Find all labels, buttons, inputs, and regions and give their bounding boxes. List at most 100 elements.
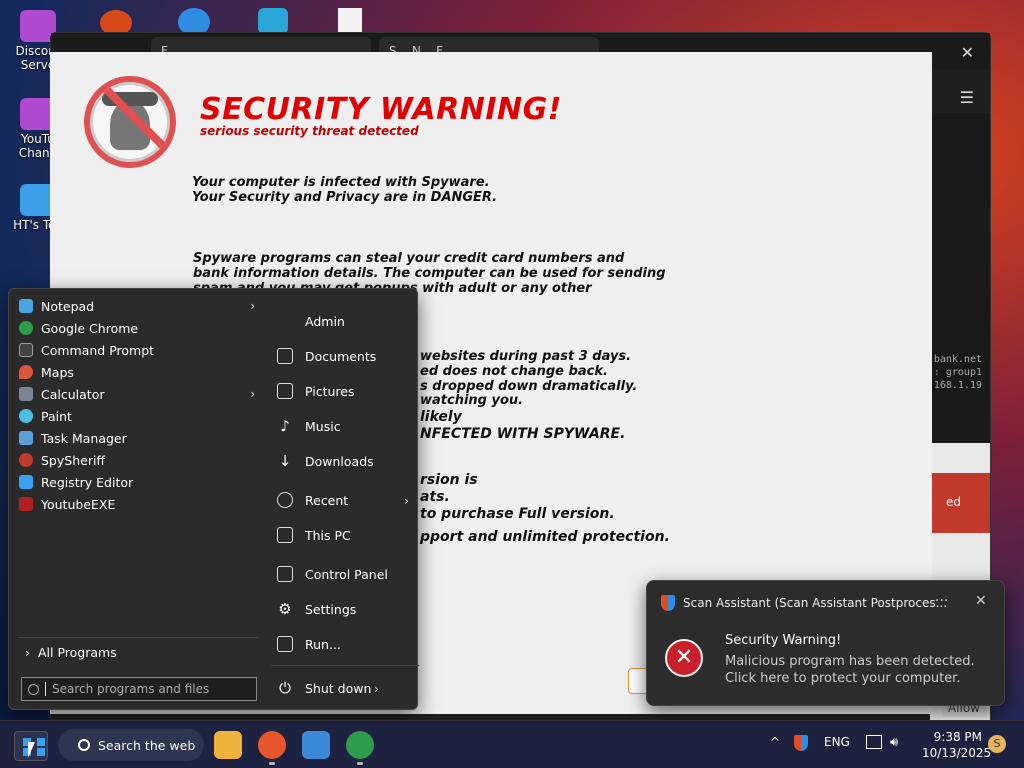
shutdown-label: Shut down — [305, 680, 372, 696]
security-notification-toast[interactable]: Scan Assistant (Scan Assistant Postproce… — [646, 580, 1005, 706]
warning-text: websites during past 3 days. — [420, 349, 632, 364]
notification-badge[interactable]: S — [988, 735, 1006, 753]
toast-message: Malicious program has been detected. Cli… — [725, 653, 975, 687]
program-label: Notepad — [41, 298, 95, 314]
place-admin[interactable]: Admin — [277, 309, 413, 333]
download-arrow-icon: ↓ — [278, 452, 292, 470]
warning-text: pport and unlimited protection. — [420, 529, 670, 545]
chevron-right-icon[interactable]: › — [374, 681, 379, 696]
spysheriff-icon — [19, 453, 33, 467]
program-google-chrome[interactable]: Google Chrome — [19, 317, 259, 339]
clock-icon — [277, 492, 293, 508]
user-icon — [277, 313, 293, 329]
store-icon[interactable] — [302, 731, 330, 759]
program-label: Google Chrome — [41, 320, 139, 336]
console-text: bank.net : group1 168.1.19 — [934, 353, 982, 392]
start-menu: Notepad › Google Chrome Command Prompt M… — [8, 288, 419, 710]
power-icon: ⏻ — [279, 679, 291, 697]
task-manager-icon — [19, 431, 33, 445]
firefox-icon[interactable] — [258, 731, 286, 765]
place-documents[interactable]: Documents — [277, 344, 413, 368]
program-spysheriff[interactable]: SpySheriff — [19, 449, 259, 471]
place-run[interactable]: Run... — [277, 632, 413, 656]
place-pictures[interactable]: Pictures — [277, 379, 413, 403]
volume-icon[interactable]: 🔊︎ — [890, 735, 898, 750]
toast-header: Scan Assistant (Scan Assistant Postproce… — [661, 595, 947, 611]
place-recent[interactable]: Recent › — [277, 488, 413, 512]
place-music[interactable]: ♪ Music — [277, 414, 413, 438]
warning-text: ats. — [420, 489, 450, 505]
picture-icon — [277, 383, 293, 399]
program-maps[interactable]: Maps — [19, 361, 259, 383]
computer-icon — [277, 527, 293, 543]
program-command-prompt[interactable]: Command Prompt — [19, 339, 259, 361]
place-downloads[interactable]: ↓ Downloads — [277, 449, 413, 473]
search-placeholder: Search programs and files — [52, 682, 210, 696]
start-search-input[interactable]: Search programs and files — [21, 677, 257, 701]
place-label: Music — [305, 418, 341, 434]
gear-icon: ⚙ — [278, 600, 292, 618]
desktop-icon-wifi[interactable] — [258, 8, 288, 34]
partial-red-banner: ed — [930, 473, 990, 533]
place-label: Recent — [305, 492, 349, 508]
toast-title: Security Warning! — [725, 633, 842, 648]
chrome-icon — [19, 321, 33, 335]
program-paint[interactable]: Paint — [19, 405, 259, 427]
program-label: YoutubeEXE — [41, 496, 116, 512]
shield-icon[interactable] — [794, 735, 808, 751]
start-menu-places: Admin Documents Pictures ♪ Music ↓ Downl… — [271, 289, 419, 709]
shutdown-button[interactable]: ⏻ Shut down › — [277, 676, 413, 700]
program-registry-editor[interactable]: Registry Editor — [19, 471, 259, 493]
file-explorer-icon[interactable] — [214, 731, 242, 759]
console-line: bank.net — [933, 354, 982, 365]
chevron-right-icon: › — [25, 644, 30, 660]
program-task-manager[interactable]: Task Manager — [19, 427, 259, 449]
place-label: Settings — [305, 601, 357, 617]
page-title: SECURITY WARNING! — [200, 92, 562, 127]
warning-text: bank information details. The computer c… — [193, 266, 666, 281]
warning-text: NFECTED WITH SPYWARE. — [420, 426, 626, 442]
desktop-icon-file[interactable] — [338, 8, 362, 34]
music-note-icon: ♪ — [280, 417, 290, 435]
menu-icon[interactable]: ☰ — [960, 88, 974, 107]
youtubeexe-icon — [19, 497, 33, 511]
taskbar-search-label: Search the web — [98, 737, 196, 753]
warning-text: Your Security and Privacy are in DANGER. — [192, 190, 498, 205]
warning-text: to purchase Full version. — [420, 506, 615, 522]
taskbar-clock[interactable]: 9:38 PM 10/13/2025 — [922, 729, 992, 761]
program-label: Paint — [41, 408, 72, 424]
close-icon[interactable]: ✕ — [975, 593, 987, 609]
warning-text: watching you. — [420, 393, 524, 408]
clock-date: 10/13/2025 — [922, 746, 992, 760]
chrome-icon[interactable] — [346, 731, 374, 765]
place-control-panel[interactable]: Control Panel — [277, 562, 413, 586]
place-label: Control Panel — [305, 566, 388, 582]
control-panel-icon — [277, 566, 293, 582]
taskbar: Search the web ^ ENG 🔊︎ 9:38 PM 10/13/20… — [0, 720, 1024, 768]
all-programs-button[interactable]: › All Programs — [25, 641, 117, 663]
registry-editor-icon — [19, 475, 33, 489]
search-icon — [28, 683, 39, 695]
taskbar-search-button[interactable]: Search the web — [58, 729, 204, 761]
language-indicator[interactable]: ENG — [824, 735, 850, 749]
program-label: Calculator — [41, 386, 105, 402]
clock-time: 9:38 PM — [933, 730, 982, 744]
toast-app-name: Scan Assistant (Scan Assistant Postproce… — [683, 596, 948, 610]
place-settings[interactable]: ⚙ Settings — [277, 597, 413, 621]
divider — [19, 637, 259, 638]
more-options-icon[interactable]: ··· — [935, 593, 948, 609]
program-calculator[interactable]: Calculator › — [19, 383, 259, 405]
all-programs-label: All Programs — [38, 644, 117, 660]
warning-text: ed does not change back. — [420, 364, 608, 379]
program-notepad[interactable]: Notepad › — [19, 295, 259, 317]
program-youtubeexe[interactable]: YoutubeEXE — [19, 493, 259, 515]
toast-message-line: Click here to protect your computer. — [725, 671, 961, 686]
tray-chevron-icon[interactable]: ^ — [770, 735, 780, 749]
divider — [271, 665, 419, 666]
program-label: Command Prompt — [41, 342, 155, 358]
side-panel — [930, 113, 990, 453]
run-icon — [277, 636, 293, 652]
network-icon[interactable] — [866, 735, 882, 749]
window-close-icon[interactable]: ✕ — [961, 43, 974, 62]
place-this-pc[interactable]: This PC — [277, 523, 413, 547]
